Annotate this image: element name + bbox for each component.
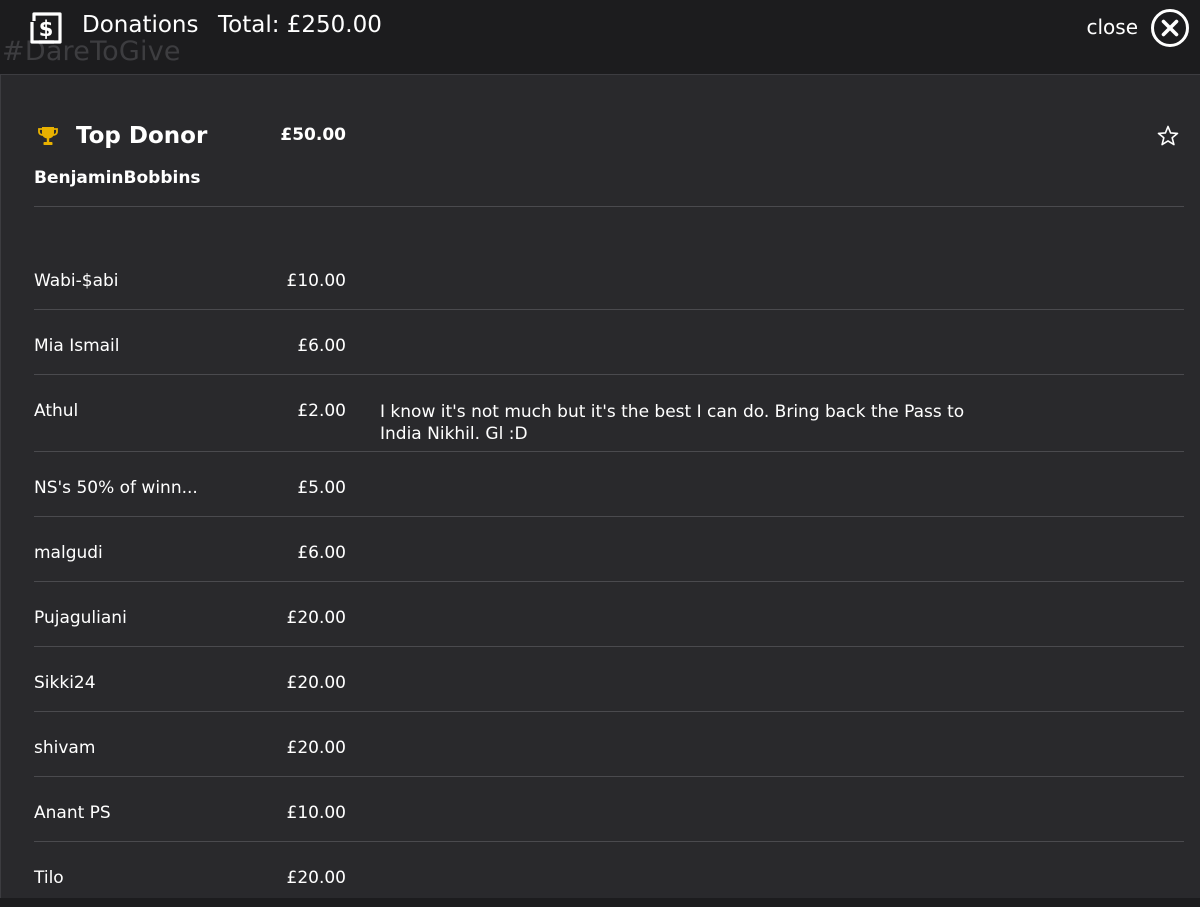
donor-name: Tilo xyxy=(34,868,64,888)
donation-amount: £2.00 xyxy=(297,401,346,421)
header-bar: #DareToGive $ Donations Total: £250.00 c… xyxy=(0,0,1200,74)
top-donor-heading: Top Donor xyxy=(76,123,208,149)
donation-list: Wabi-$abi £10.00 Mia Ismail £6.00 Athul … xyxy=(34,245,1184,907)
list-item: malgudi £6.00 xyxy=(34,517,1184,582)
close-button-label[interactable]: close xyxy=(1086,15,1138,39)
donation-message: I know it's not much but it's the best I… xyxy=(380,402,965,444)
donor-name: Wabi-$abi xyxy=(34,271,119,291)
top-donor-name: BenjaminBobbins xyxy=(34,168,201,188)
donor-name: malgudi xyxy=(34,543,103,563)
donation-total: Total: £250.00 xyxy=(218,12,382,38)
list-item: Wabi-$abi £10.00 xyxy=(34,245,1184,310)
donation-amount: £6.00 xyxy=(297,336,346,356)
list-item: shivam £20.00 xyxy=(34,712,1184,777)
list-item: Anant PS £10.00 xyxy=(34,777,1184,842)
top-donor-amount: £50.00 xyxy=(280,125,346,145)
donation-amount: £20.00 xyxy=(286,738,346,758)
donor-name: NS's 50% of winn... xyxy=(34,478,198,498)
donation-amount: £20.00 xyxy=(286,673,346,693)
list-item: NS's 50% of winn... £5.00 xyxy=(34,452,1184,517)
list-item: Sikki24 £20.00 xyxy=(34,647,1184,712)
donor-name: shivam xyxy=(34,738,96,758)
donation-amount: £20.00 xyxy=(286,608,346,628)
donation-amount: £5.00 xyxy=(297,478,346,498)
close-icon[interactable] xyxy=(1150,8,1190,48)
donation-amount: £10.00 xyxy=(286,803,346,823)
donor-name: Athul xyxy=(34,401,79,421)
trophy-icon xyxy=(38,127,58,145)
list-item: Athul £2.00 I know it's not much but it'… xyxy=(34,375,1184,452)
list-item: Pujaguliani £20.00 xyxy=(34,582,1184,647)
list-item: Tilo £20.00 xyxy=(34,842,1184,907)
dollar-icon: $ xyxy=(30,12,62,44)
page-title: Donations xyxy=(82,12,199,38)
star-outline-icon[interactable] xyxy=(1156,124,1180,148)
donation-amount: £20.00 xyxy=(286,868,346,888)
svg-text:$: $ xyxy=(39,17,54,41)
top-donor-section: Top Donor £50.00 BenjaminBobbins xyxy=(34,120,1184,207)
list-item: Mia Ismail £6.00 xyxy=(34,310,1184,375)
donor-name: Pujaguliani xyxy=(34,608,127,628)
donation-amount: £10.00 xyxy=(286,271,346,291)
donor-name: Sikki24 xyxy=(34,673,96,693)
donation-amount: £6.00 xyxy=(297,543,346,563)
donor-name: Mia Ismail xyxy=(34,336,120,356)
donor-name: Anant PS xyxy=(34,803,111,823)
